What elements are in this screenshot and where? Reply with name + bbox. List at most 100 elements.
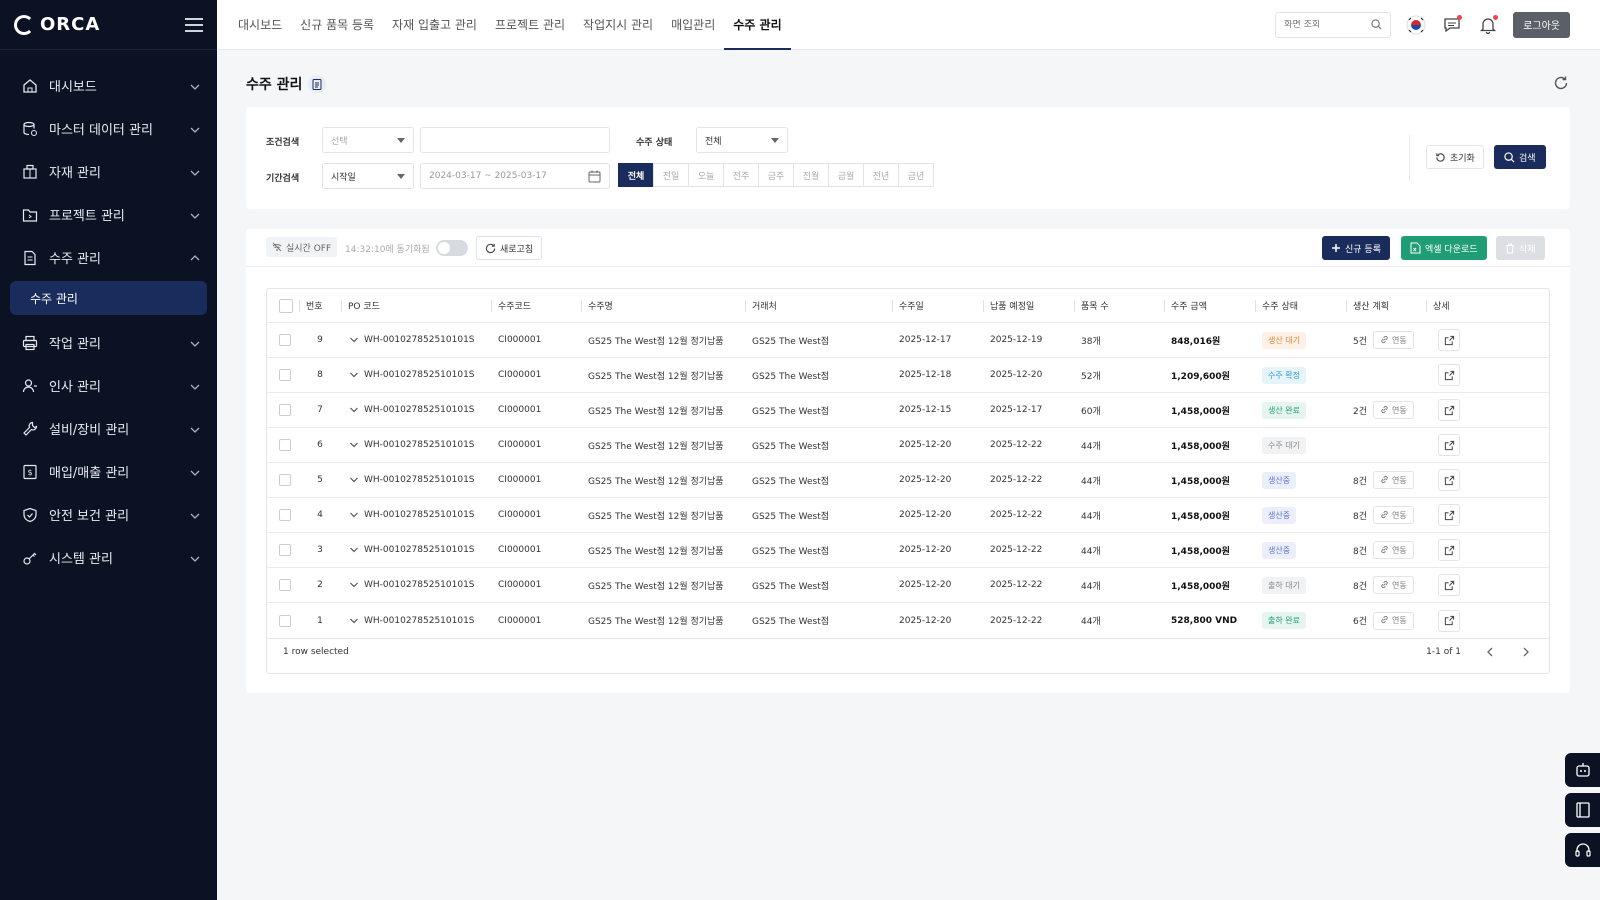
column-header[interactable]: 품목 수 (1074, 289, 1164, 322)
bell-icon[interactable] (1477, 14, 1499, 36)
column-header[interactable]: 상세 (1426, 289, 1486, 322)
top-tab-5[interactable]: 작업지시 관리 (574, 0, 662, 50)
top-tab-3[interactable]: 자재 입출고 관리 (383, 0, 486, 50)
table-row[interactable]: 2 WH-001027852510101S CI000001 GS25 The Wes… (267, 568, 1549, 603)
period-button-7[interactable]: 금월 (828, 163, 864, 187)
chevron-down-icon[interactable] (348, 509, 360, 521)
table-row[interactable]: 6 WH-001027852510101S CI000001 GS25 The Wes… (267, 428, 1549, 463)
chatbot-float-button[interactable] (1565, 753, 1600, 787)
screen-search-input[interactable] (1284, 19, 1372, 30)
delete-button[interactable]: 삭제 (1496, 236, 1545, 260)
page-refresh-icon[interactable] (1552, 74, 1570, 92)
chevron-down-icon[interactable] (348, 615, 360, 627)
condition-select[interactable]: 선택 (322, 127, 414, 153)
chevron-down-icon[interactable] (348, 474, 360, 486)
sidebar-item-6[interactable]: 작업 관리 (0, 321, 217, 364)
logo[interactable]: ORCA (14, 14, 100, 35)
search-button[interactable]: 검색 (1494, 145, 1546, 169)
column-header[interactable]: 수주코드 (491, 289, 581, 322)
external-link-icon[interactable] (1438, 574, 1460, 596)
search-icon[interactable] (1371, 19, 1382, 30)
select-all-checkbox[interactable] (279, 298, 293, 313)
column-header[interactable]: 수주 금액 (1164, 289, 1255, 322)
table-row[interactable]: 9 WH-001027852510101S CI000001 GS25 The Wes… (267, 323, 1549, 358)
period-button-2[interactable]: 전일 (653, 163, 689, 187)
period-button-4[interactable]: 전주 (723, 163, 759, 187)
period-button-5[interactable]: 금주 (758, 163, 794, 187)
column-header[interactable]: 번호 (299, 289, 341, 322)
sidebar-item-10[interactable]: 안전 보건 관리 (0, 493, 217, 536)
external-link-icon[interactable] (1438, 364, 1460, 386)
row-checkbox[interactable] (279, 509, 291, 521)
period-button-1[interactable]: 전체 (618, 163, 654, 187)
realtime-toggle[interactable] (436, 240, 468, 256)
sidebar-item-8[interactable]: 설비/장비 관리 (0, 407, 217, 450)
external-link-icon[interactable] (1438, 469, 1460, 491)
row-checkbox[interactable] (279, 439, 291, 451)
refresh-button[interactable]: 새로고침 (476, 236, 543, 260)
external-link-icon[interactable] (1438, 504, 1460, 526)
column-header[interactable]: PO 코드 (341, 289, 491, 322)
link-button[interactable]: 연동 (1373, 576, 1414, 594)
date-range-picker[interactable]: 2024-03-17 ~ 2025-03-17 (420, 163, 610, 189)
period-button-8[interactable]: 전년 (863, 163, 899, 187)
row-checkbox[interactable] (279, 369, 291, 381)
link-button[interactable]: 연동 (1373, 506, 1414, 524)
sidebar-item-7[interactable]: 인사 관리 (0, 364, 217, 407)
period-button-3[interactable]: 오늘 (688, 163, 724, 187)
chevron-down-icon[interactable] (348, 404, 360, 416)
period-button-9[interactable]: 금년 (898, 163, 934, 187)
column-header[interactable]: 수주 상태 (1255, 289, 1346, 322)
top-tab-2[interactable]: 신규 품목 등록 (291, 0, 383, 50)
row-checkbox[interactable] (279, 614, 291, 627)
logout-button[interactable]: 로그아웃 (1513, 11, 1570, 38)
order-status-select[interactable]: 전체 (696, 127, 788, 153)
column-header[interactable]: 수주일 (892, 289, 983, 322)
row-checkbox[interactable] (279, 544, 291, 556)
table-row[interactable]: 7 WH-001027852510101S CI000001 GS25 The Wes… (267, 393, 1549, 428)
external-link-icon[interactable] (1438, 399, 1460, 421)
table-row[interactable]: 5 WH-001027852510101S CI000001 GS25 The Wes… (267, 463, 1549, 498)
chevron-down-icon[interactable] (348, 334, 360, 346)
sidebar-item-3[interactable]: 자재 관리 (0, 150, 217, 193)
link-button[interactable]: 연동 (1373, 331, 1414, 349)
sidebar-item-4[interactable]: 프로젝트 관리 (0, 193, 217, 236)
external-link-icon[interactable] (1438, 539, 1460, 561)
chevron-down-icon[interactable] (348, 369, 360, 381)
hamburger-menu-icon[interactable] (185, 17, 203, 32)
chat-icon[interactable] (1441, 14, 1463, 36)
sidebar-item-2[interactable]: 마스터 데이터 관리 (0, 107, 217, 150)
support-float-button[interactable] (1565, 833, 1600, 867)
table-row[interactable]: 3 WH-001027852510101S CI000001 GS25 The Wes… (267, 533, 1549, 568)
sidebar-item-1[interactable]: 대시보드 (0, 64, 217, 107)
sidebar-item-5[interactable]: 수주 관리 (0, 236, 217, 279)
link-button[interactable]: 연동 (1373, 541, 1414, 559)
period-button-6[interactable]: 전월 (793, 163, 829, 187)
column-header[interactable]: 생산 계획 (1346, 289, 1426, 322)
top-tab-1[interactable]: 대시보드 (229, 0, 291, 50)
top-tab-7[interactable]: 수주 관리 (724, 0, 791, 50)
chevron-down-icon[interactable] (348, 579, 360, 591)
manual-float-button[interactable] (1565, 793, 1600, 827)
row-checkbox[interactable] (279, 579, 291, 591)
link-button[interactable]: 연동 (1373, 401, 1414, 419)
condition-input[interactable] (429, 135, 601, 145)
row-checkbox[interactable] (279, 474, 291, 486)
korea-flag-icon[interactable] (1405, 14, 1427, 36)
top-tab-4[interactable]: 프로젝트 관리 (486, 0, 574, 50)
row-checkbox[interactable] (279, 404, 291, 416)
external-link-icon[interactable] (1438, 329, 1460, 351)
new-order-button[interactable]: 신규 등록 (1322, 236, 1390, 260)
link-button[interactable]: 연동 (1373, 471, 1414, 489)
sidebar-item-11[interactable]: 시스템 관리 (0, 536, 217, 579)
chevron-down-icon[interactable] (348, 439, 360, 451)
reset-button[interactable]: 초기화 (1426, 145, 1484, 169)
external-link-icon[interactable] (1438, 434, 1460, 456)
table-row[interactable]: 4 WH-001027852510101S CI000001 GS25 The Wes… (267, 498, 1549, 533)
link-button[interactable]: 연동 (1373, 611, 1414, 630)
prev-page-icon[interactable] (1483, 645, 1497, 659)
next-page-icon[interactable] (1519, 645, 1533, 659)
excel-download-button[interactable]: 엑셀 다운로드 (1401, 236, 1487, 260)
period-type-select[interactable]: 시작일 (322, 163, 414, 189)
sidebar-item-9[interactable]: $ 매입/매출 관리 (0, 450, 217, 493)
